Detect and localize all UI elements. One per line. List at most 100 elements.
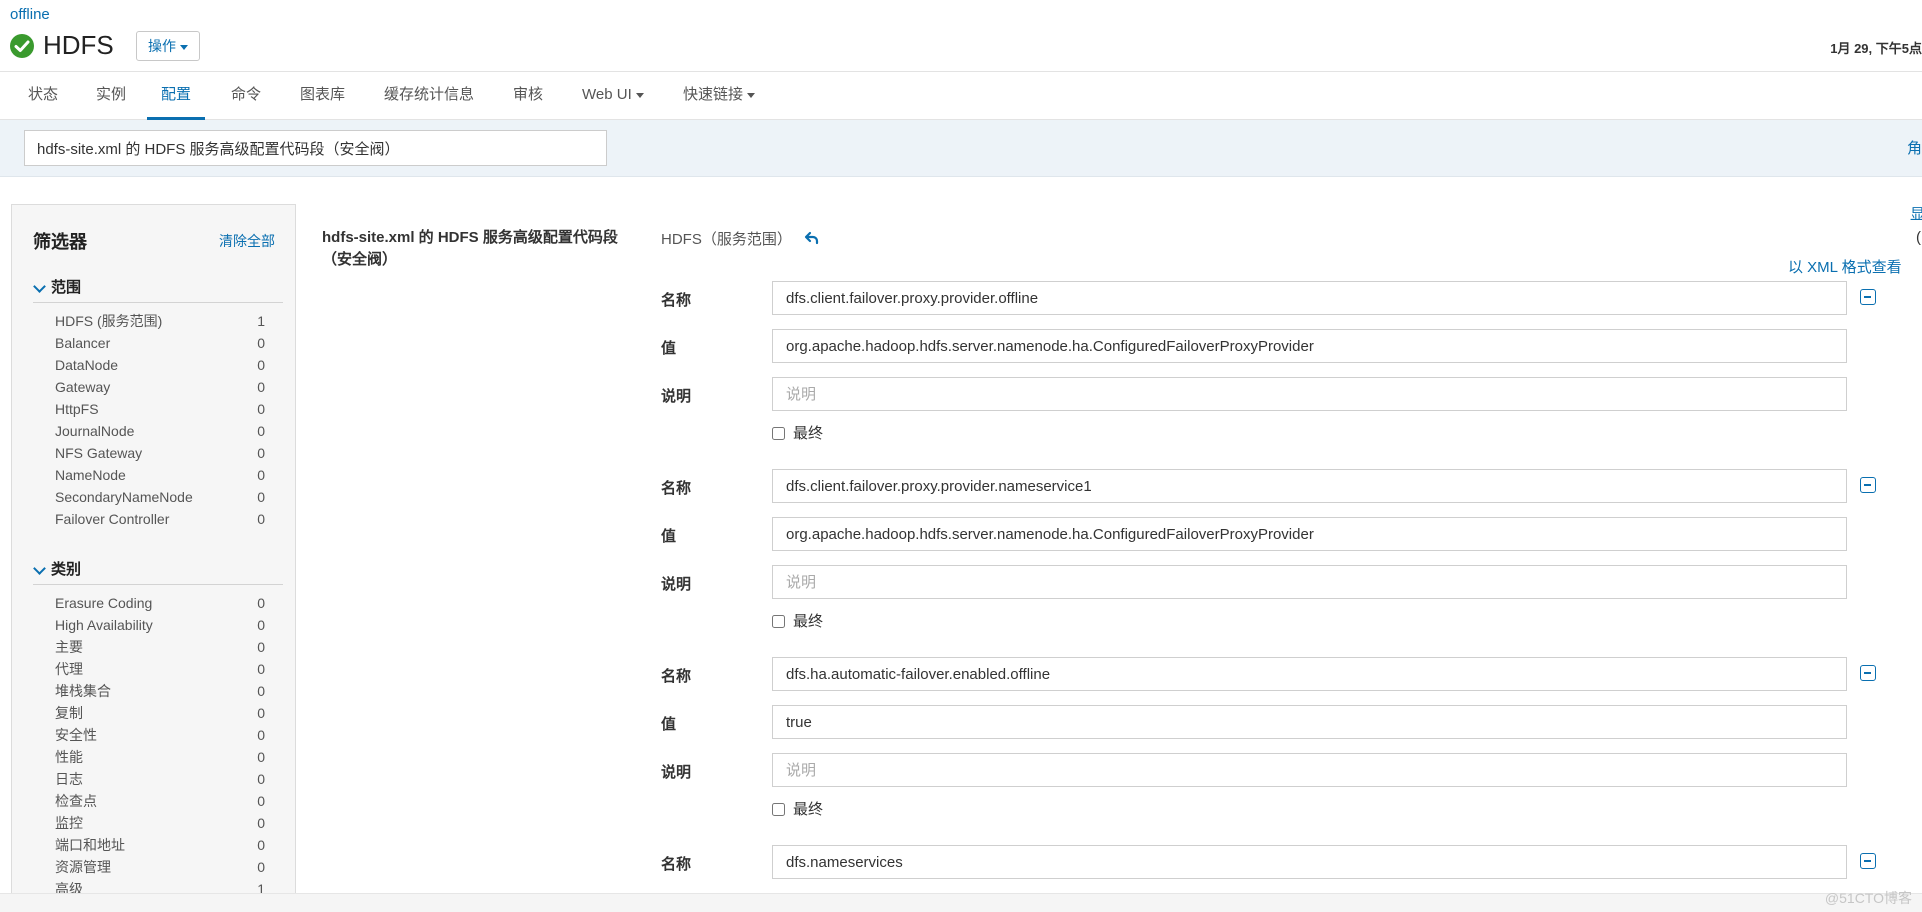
filter-item[interactable]: 检查点 0 [33, 790, 283, 812]
filter-item-count: 0 [257, 401, 265, 417]
view-as-xml-link[interactable]: 以 XML 格式查看 [1788, 256, 1902, 277]
description-label: 说明 [661, 388, 692, 405]
final-label: 最终 [793, 613, 824, 630]
property-value-input[interactable] [772, 329, 1847, 363]
remove-entry-icon[interactable] [1860, 477, 1876, 493]
final-label: 最终 [793, 425, 824, 442]
tab-label: 缓存统计信息 [384, 86, 475, 103]
filter-item-count: 0 [257, 511, 265, 527]
property-description-input[interactable] [772, 753, 1847, 787]
tab-chart-library[interactable]: 图表库 [286, 72, 359, 120]
config-search-input[interactable] [24, 130, 607, 166]
show-link[interactable]: 显 [1910, 203, 1922, 224]
tab-instances[interactable]: 实例 [82, 72, 140, 120]
filter-item-count: 0 [257, 859, 265, 875]
filter-item-count: 0 [257, 727, 265, 743]
filter-item[interactable]: 安全性 0 [33, 724, 283, 746]
tab-label: 配置 [161, 86, 192, 103]
filter-item-count: 0 [257, 749, 265, 765]
property-value-input[interactable] [772, 517, 1847, 551]
final-checkbox-row[interactable]: 最终 [772, 798, 823, 819]
tab-status[interactable]: 状态 [14, 72, 72, 120]
filter-item-count: 0 [257, 705, 265, 721]
remove-entry-icon[interactable] [1860, 665, 1876, 681]
filter-item[interactable]: 监控 0 [33, 812, 283, 834]
tab-label: 实例 [96, 86, 127, 103]
property-name-input[interactable] [772, 469, 1847, 503]
property-description-input[interactable] [772, 377, 1847, 411]
description-label: 说明 [661, 764, 692, 781]
tab-web-ui[interactable]: Web UI [568, 72, 658, 120]
filter-item[interactable]: Erasure Coding 0 [33, 592, 283, 614]
filter-item[interactable]: Balancer 0 [33, 332, 283, 354]
filter-item[interactable]: NFS Gateway 0 [33, 442, 283, 464]
final-checkbox[interactable] [772, 615, 785, 628]
tab-label: 状态 [28, 86, 59, 103]
filter-item[interactable]: 堆栈集合 0 [33, 680, 283, 702]
tab-commands[interactable]: 命令 [217, 72, 275, 120]
edge-text: ( [1916, 229, 1921, 246]
filter-item[interactable]: JournalNode 0 [33, 420, 283, 442]
property-value-input[interactable] [772, 705, 1847, 739]
clear-all-link[interactable]: 清除全部 [219, 231, 275, 251]
filter-item-label: 代理 [55, 661, 83, 677]
config-search-bar: 角 [0, 120, 1922, 177]
filter-item[interactable]: 主要 0 [33, 636, 283, 658]
filter-item[interactable]: 日志 0 [33, 768, 283, 790]
chevron-down-icon [33, 562, 46, 575]
filter-item[interactable]: 复制 0 [33, 702, 283, 724]
property-name-input[interactable] [772, 845, 1847, 879]
final-checkbox[interactable] [772, 803, 785, 816]
caret-down-icon [635, 92, 644, 98]
name-label: 名称 [661, 480, 692, 497]
undo-icon[interactable] [804, 230, 820, 246]
final-checkbox[interactable] [772, 427, 785, 440]
filter-item-count: 0 [257, 595, 265, 611]
filter-item[interactable]: Failover Controller 0 [33, 508, 283, 530]
filter-item-label: 资源管理 [55, 859, 111, 875]
final-checkbox-row[interactable]: 最终 [772, 422, 823, 443]
final-checkbox-row[interactable]: 最终 [772, 610, 823, 631]
cluster-link[interactable]: offline [10, 6, 50, 23]
service-title: HDFS [43, 30, 114, 60]
remove-entry-icon[interactable] [1860, 289, 1876, 305]
footer-strip [0, 893, 1922, 912]
chevron-down-icon [33, 280, 46, 293]
role-group-link[interactable]: 角 [1907, 137, 1922, 158]
filter-item-count: 0 [257, 489, 265, 505]
scope-filter-header[interactable]: 范围 [33, 277, 283, 303]
filter-item[interactable]: 代理 0 [33, 658, 283, 680]
filter-item-count: 0 [257, 335, 265, 351]
filter-item-count: 0 [257, 815, 265, 831]
property-display-name: hdfs-site.xml 的 HDFS 服务高级配置代码段（安全阀） [322, 229, 618, 268]
property-name-input[interactable] [772, 657, 1847, 691]
remove-entry-icon[interactable] [1860, 853, 1876, 869]
tab-cache-statistics[interactable]: 缓存统计信息 [370, 72, 488, 120]
filter-item-label: 堆栈集合 [55, 683, 111, 699]
property-name-input[interactable] [772, 281, 1847, 315]
filter-item[interactable]: 端口和地址 0 [33, 834, 283, 856]
filter-item[interactable]: SecondaryNameNode 0 [33, 486, 283, 508]
filter-item-label: JournalNode [55, 423, 135, 439]
tab-quick-links[interactable]: 快速链接 [669, 72, 769, 120]
filter-item-label: 监控 [55, 815, 83, 831]
filter-item[interactable]: HDFS (服务范围) 1 [33, 310, 283, 332]
watermark: @51CTO博客 [1824, 890, 1912, 906]
filter-item[interactable]: High Availability 0 [33, 614, 283, 636]
filter-item[interactable]: 性能 0 [33, 746, 283, 768]
tab-audit[interactable]: 审核 [499, 72, 557, 120]
actions-dropdown-button[interactable]: 操作 [136, 31, 200, 61]
name-label: 名称 [661, 856, 692, 873]
filter-item-label: Gateway [55, 379, 111, 395]
filter-item[interactable]: HttpFS 0 [33, 398, 283, 420]
property-description-input[interactable] [772, 565, 1847, 599]
filter-item-count: 0 [257, 793, 265, 809]
filter-item-label: High Availability [55, 617, 153, 633]
category-filter-header[interactable]: 类别 [33, 559, 283, 585]
filter-item-label: 复制 [55, 705, 83, 721]
tab-configuration[interactable]: 配置 [147, 72, 206, 120]
filter-item[interactable]: 资源管理 0 [33, 856, 283, 878]
filter-item[interactable]: Gateway 0 [33, 376, 283, 398]
filter-item[interactable]: NameNode 0 [33, 464, 283, 486]
filter-item[interactable]: DataNode 0 [33, 354, 283, 376]
